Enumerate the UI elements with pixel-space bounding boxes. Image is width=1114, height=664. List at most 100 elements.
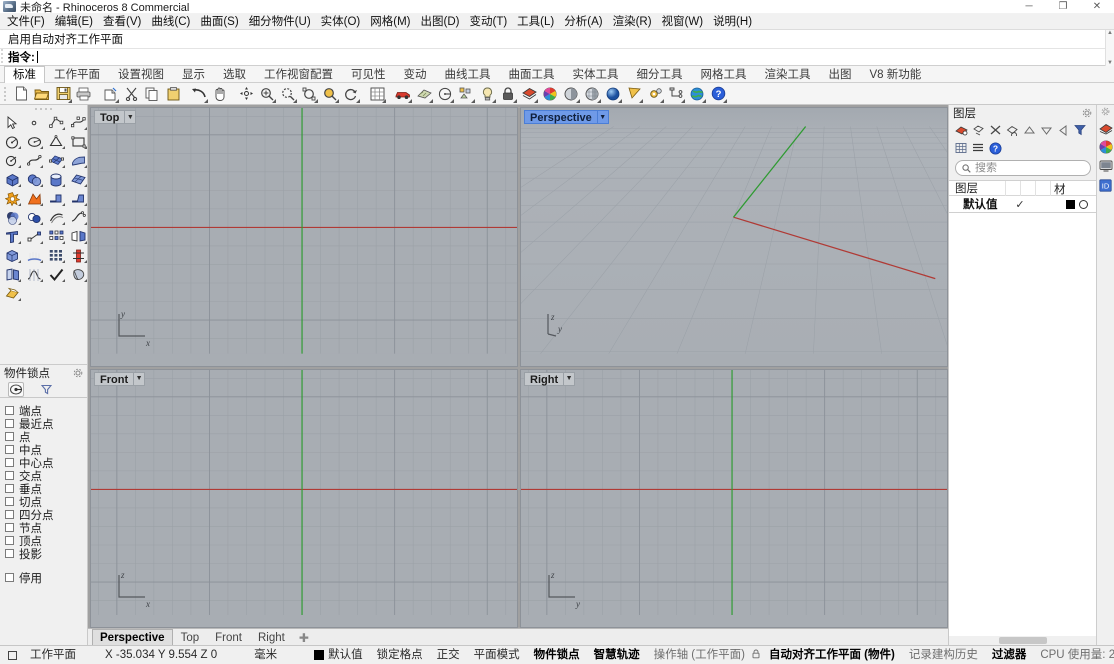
command-prompt[interactable]: 指令: [0, 49, 1114, 66]
status-item-2[interactable]: 正交 [430, 646, 467, 664]
layers-rail-icon[interactable] [1098, 120, 1114, 136]
color-wheel-icon[interactable] [540, 84, 560, 104]
viewport-tab-front[interactable]: Front [207, 629, 250, 645]
osnap-tab-icon[interactable] [8, 382, 24, 397]
toolbar-tab-7[interactable]: 可见性 [342, 66, 395, 82]
command-scrollbar[interactable]: ▲ ▼ [1105, 30, 1114, 66]
mirror-icon[interactable] [67, 227, 89, 246]
zoom-extents-icon[interactable] [236, 84, 256, 104]
polygon-icon[interactable] [45, 132, 67, 151]
boolean-difference-icon[interactable] [23, 208, 45, 227]
toolbar-tab-4[interactable]: 显示 [173, 66, 214, 82]
layer-list-icon[interactable] [970, 140, 986, 156]
cut-icon[interactable] [121, 84, 141, 104]
array-icon[interactable] [45, 227, 67, 246]
curve-interpolate-icon[interactable] [23, 151, 45, 170]
osnap-checkbox[interactable] [5, 549, 14, 558]
duplicate-layer-icon[interactable] [1004, 122, 1020, 138]
block-icon[interactable] [456, 84, 476, 104]
new-sublayer-icon[interactable] [970, 122, 986, 138]
materials-icon[interactable] [414, 84, 434, 104]
osnap-item-3[interactable]: 点 [5, 430, 87, 443]
osnap-item-7[interactable]: 垂点 [5, 482, 87, 495]
menu-item-7[interactable]: 实体(O) [316, 14, 366, 30]
menu-item-5[interactable]: 曲面(S) [195, 14, 243, 30]
flow-icon[interactable] [23, 265, 45, 284]
rectangle-icon[interactable] [67, 132, 89, 151]
gear-icon[interactable] [73, 368, 83, 378]
zoom-selected-icon[interactable] [278, 84, 298, 104]
split-icon[interactable] [67, 246, 89, 265]
viewport-top[interactable]: Top ▼ y x [90, 107, 518, 367]
render-material-icon[interactable] [1, 284, 23, 303]
toolbar-tab-14[interactable]: 渲染工具 [756, 66, 820, 82]
scroll-up-icon[interactable]: ▲ [1107, 30, 1113, 36]
osnap-checkbox[interactable] [5, 484, 14, 493]
rotate-view-icon[interactable] [341, 84, 361, 104]
status-item-5[interactable]: 智慧轨迹 [587, 646, 647, 664]
select-arrow-icon[interactable] [1, 113, 23, 132]
options-gear-icon[interactable] [645, 84, 665, 104]
light-icon[interactable] [477, 84, 497, 104]
status-item-9[interactable]: 过滤器 [985, 646, 1034, 664]
layer-table-icon[interactable] [953, 140, 969, 156]
toolbar-tab-12[interactable]: 细分工具 [628, 66, 692, 82]
osnap-disable-checkbox[interactable] [5, 573, 14, 582]
status-item-10[interactable]: CPU 使用量: 2 [1033, 646, 1114, 664]
status-item-7[interactable]: 自动对齐工作平面 (物件) [762, 646, 902, 664]
osnap-item-6[interactable]: 交点 [5, 469, 87, 482]
pan-icon[interactable] [210, 84, 230, 104]
paste-icon[interactable] [163, 84, 183, 104]
filter-funnel-icon[interactable] [38, 382, 54, 397]
status-cplane-label[interactable]: 工作平面 [23, 646, 83, 664]
render-sphere-icon[interactable] [603, 84, 623, 104]
bend-icon[interactable] [1, 265, 23, 284]
status-item-8[interactable]: 记录建构历史 [902, 646, 985, 664]
toolbar-tab-15[interactable]: 出图 [820, 66, 861, 82]
osnap-item-5[interactable]: 中心点 [5, 456, 87, 469]
grid-array-icon[interactable] [45, 246, 67, 265]
viewport-perspective[interactable]: Perspective ▼ z y [520, 107, 948, 367]
grid-snap-icon[interactable] [367, 84, 387, 104]
toolbar-tab-9[interactable]: 曲线工具 [436, 66, 500, 82]
viewport-front[interactable]: Front ▼ z x [90, 369, 518, 629]
osnap-item-2[interactable]: 最近点 [5, 417, 87, 430]
osnap-item-12[interactable]: 投影 [5, 547, 87, 560]
maximize-button[interactable]: ❐ [1046, 0, 1080, 14]
point-icon[interactable] [23, 113, 45, 132]
selection-filter-icon[interactable] [624, 84, 644, 104]
menu-item-15[interactable]: 说明(H) [708, 14, 757, 30]
move-down-icon[interactable] [1038, 122, 1054, 138]
box-icon[interactable] [1, 170, 23, 189]
undo-icon[interactable] [189, 84, 209, 104]
move-up-icon[interactable] [1021, 122, 1037, 138]
color-wheel-rail-icon[interactable] [1098, 139, 1114, 155]
blend-curve-icon[interactable] [67, 208, 89, 227]
zoom-target-icon[interactable] [320, 84, 340, 104]
polyline-icon[interactable] [45, 113, 67, 132]
menu-item-8[interactable]: 网格(M) [365, 14, 415, 30]
add-viewport-tab-icon[interactable]: ✚ [293, 629, 315, 645]
status-item-4[interactable]: 物件锁点 [527, 646, 587, 664]
menu-item-2[interactable]: 编辑(E) [50, 14, 98, 30]
menu-item-9[interactable]: 出图(D) [416, 14, 465, 30]
sphere-icon[interactable] [23, 170, 45, 189]
left-sidebar-grip[interactable] [0, 105, 87, 113]
menu-item-3[interactable]: 查看(V) [98, 14, 146, 30]
osnap-checkbox[interactable] [5, 536, 14, 545]
menu-item-11[interactable]: 工具(L) [512, 14, 559, 30]
layer-horizontal-scrollbar[interactable] [949, 636, 1096, 645]
osnap-checkbox[interactable] [5, 523, 14, 532]
tabstrip-gear-icon[interactable]: gear-icon [1100, 69, 1110, 79]
cut-plane-icon[interactable] [100, 84, 120, 104]
toolbar-tab-16[interactable]: V8 新功能 [861, 66, 931, 82]
menu-item-13[interactable]: 渲染(R) [608, 14, 657, 30]
toolbar-tab-8[interactable]: 变动 [395, 66, 436, 82]
layer-search-box[interactable] [955, 160, 1091, 176]
layer-color-swatch[interactable] [1066, 200, 1075, 209]
osnap-checkbox[interactable] [5, 458, 14, 467]
menu-item-1[interactable]: 文件(F) [2, 14, 50, 30]
print-icon[interactable] [74, 84, 94, 104]
check-icon[interactable] [45, 265, 67, 284]
status-layer-swatch[interactable] [314, 650, 324, 660]
